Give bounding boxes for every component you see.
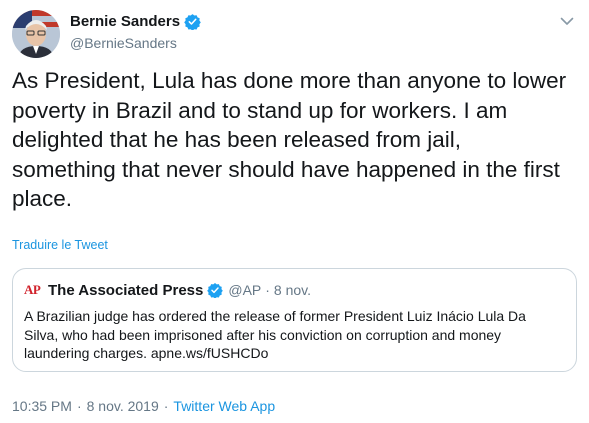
source-app-link[interactable]: Twitter Web App xyxy=(173,398,275,414)
author-name[interactable]: Bernie Sanders xyxy=(70,12,180,31)
tweet-text-line: poverty in Brazil and to stand up for wo… xyxy=(12,97,508,123)
quoted-text-line: Silva, who had been imprisoned after his… xyxy=(24,326,502,343)
author-block: Bernie Sanders @BernieSanders xyxy=(70,12,201,52)
tweet-time[interactable]: 10:35 PM xyxy=(12,398,72,414)
chevron-down-icon[interactable] xyxy=(559,14,575,28)
separator-dot: · xyxy=(76,398,82,414)
quoted-tweet-date: 8 nov. xyxy=(273,282,312,298)
avatar[interactable] xyxy=(12,10,60,58)
quoted-author-name: The Associated Press xyxy=(48,281,204,299)
separator-dot: · xyxy=(265,282,270,298)
verified-badge-icon xyxy=(207,282,224,299)
ap-logo-icon: AP xyxy=(24,282,41,297)
separator-dot: · xyxy=(163,398,169,414)
quoted-text-line: laundering charges. apne.ws/fUSHCDo xyxy=(24,345,269,362)
tweet-text: As President, Lula has done more than an… xyxy=(12,66,577,214)
translate-tweet-link[interactable]: Traduire le Tweet xyxy=(12,238,108,252)
tweet-text-line: As President, Lula has done more than an… xyxy=(12,68,567,93)
quoted-tweet-text: A Brazilian judge has ordered the releas… xyxy=(24,307,564,363)
quoted-tweet[interactable]: AP The Associated Press @AP · 8 nov. A B… xyxy=(12,268,577,372)
quoted-tweet-header: AP The Associated Press @AP · 8 nov. xyxy=(24,280,311,300)
tweet-text-line: place. xyxy=(12,186,73,211)
tweet-date[interactable]: 8 nov. 2019 xyxy=(87,398,159,414)
tweet-text-line: something that never should have happene… xyxy=(12,156,560,182)
author-name-row: Bernie Sanders xyxy=(70,12,201,31)
avatar-image xyxy=(12,10,60,58)
tweet-text-line: delighted that he has been released from… xyxy=(12,127,462,152)
tweet-meta: 10:35 PM · 8 nov. 2019 · Twitter Web App xyxy=(12,398,275,414)
author-handle[interactable]: @BernieSanders xyxy=(70,34,201,52)
verified-badge-icon xyxy=(184,13,201,31)
quoted-text-line: A Brazilian judge has ordered the releas… xyxy=(24,308,526,324)
quoted-author-handle: @AP xyxy=(228,282,262,298)
